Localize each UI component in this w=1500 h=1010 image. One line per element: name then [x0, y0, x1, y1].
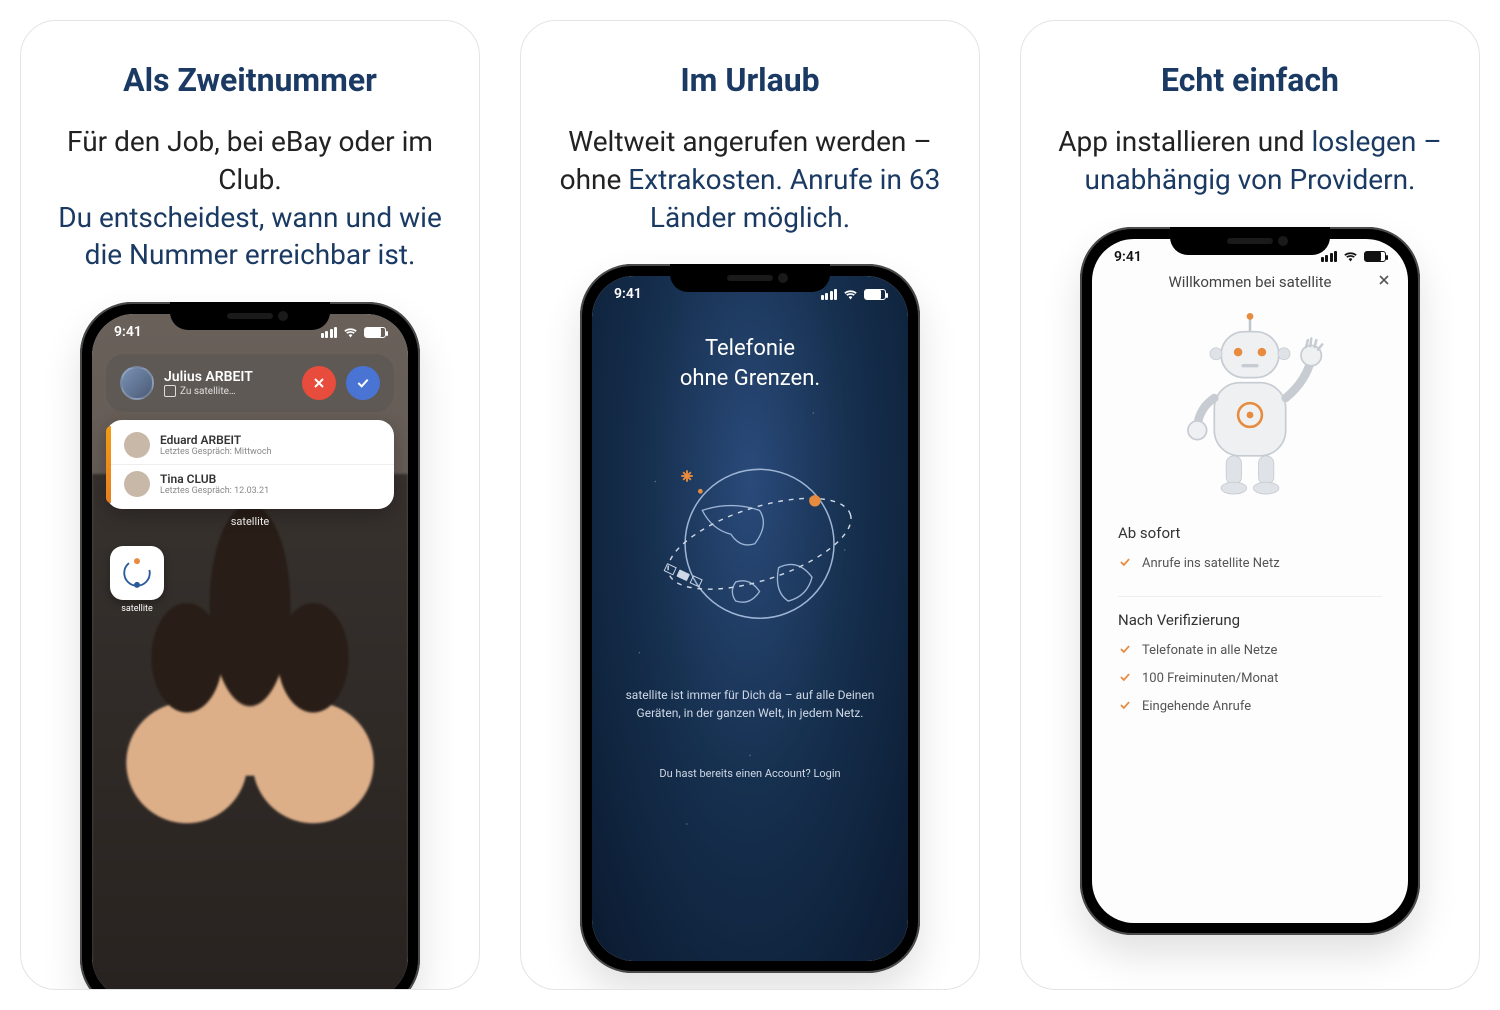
- card-description: App installieren und loslegen – unabhäng…: [1045, 123, 1455, 199]
- phone-mockup: 9:41 Willkommen bei satellite: [1080, 227, 1420, 935]
- feature-label: Eingehende Anrufe: [1142, 699, 1251, 714]
- feature-section-heading: Nach Verifizierung: [1118, 596, 1382, 629]
- card-title: Als Zweitnummer: [123, 61, 377, 99]
- satellite-logo-icon: [120, 556, 154, 590]
- phone-notch: [670, 264, 830, 292]
- caller-avatar: [120, 366, 154, 400]
- card-description: Für den Job, bei eBay oder im Club. Du e…: [45, 123, 455, 274]
- phone-notch: [170, 302, 330, 330]
- card-title: Echt einfach: [1161, 61, 1339, 99]
- wifi-icon: [1343, 251, 1358, 262]
- status-time: 9:41: [614, 286, 642, 302]
- card-title: Im Urlaub: [680, 61, 819, 99]
- contact-avatar: [124, 432, 150, 458]
- feature-label: 100 Freiminuten/Monat: [1142, 671, 1278, 686]
- feature-row: 100 Freiminuten/Monat: [1118, 665, 1382, 693]
- check-icon: [1118, 670, 1132, 688]
- contact-subtitle: Letztes Gespräch: 12.03.21: [160, 486, 269, 496]
- onboarding-title: Telefonie ohne Grenzen.: [592, 334, 908, 393]
- welcome-title: Willkommen bei satellite: [1169, 273, 1332, 291]
- status-icons: [321, 327, 387, 338]
- onboarding-description: satellite ist immer für Dich da – auf al…: [592, 686, 908, 723]
- caller-name: Julius ARBEIT: [164, 369, 292, 385]
- phone-notch: [1170, 227, 1330, 255]
- phone-mockup: 9:41 Julius ARBEIT Zu satellite…: [80, 302, 420, 990]
- contact-name: Eduard ARBEIT: [160, 433, 272, 447]
- feature-section-heading: Ab sofort: [1118, 524, 1382, 542]
- battery-icon: [364, 327, 386, 338]
- screenshot-card-3: Echt einfach App installieren und losleg…: [1020, 20, 1480, 990]
- desc-highlight: Du entscheidest, wann und wie die Nummer…: [58, 201, 442, 272]
- recent-call-row[interactable]: Tina CLUB Letztes Gespräch: 12.03.21: [106, 464, 394, 503]
- app-icon-label: satellite: [110, 604, 164, 614]
- recent-calls-widget[interactable]: Eduard ARBEIT Letztes Gespräch: Mittwoch…: [106, 420, 394, 509]
- feature-row: Telefonate in alle Netze: [1118, 637, 1382, 665]
- check-icon: [355, 375, 371, 391]
- status-icons: [1321, 251, 1387, 262]
- check-icon: [1118, 555, 1132, 573]
- phone-mockup: 9:41 Telefonie ohne Grenzen.: [580, 264, 920, 972]
- desc-plain: Für den Job, bei eBay oder im Club.: [67, 125, 433, 196]
- desc-highlight: Extrakosten. Anrufe in 63 Länder möglich…: [628, 163, 940, 234]
- signal-icon: [321, 327, 338, 338]
- login-link[interactable]: Du hast bereits einen Account? Login: [592, 767, 908, 780]
- check-icon: [1118, 698, 1132, 716]
- close-icon: [1376, 272, 1392, 288]
- feature-row: Anrufe ins satellite Netz: [1118, 550, 1382, 578]
- globe-illustration: [592, 434, 908, 644]
- widget-label: satellite: [92, 515, 408, 528]
- signal-icon: [1321, 251, 1338, 262]
- battery-icon: [1364, 251, 1386, 262]
- recent-call-row[interactable]: Eduard ARBEIT Letztes Gespräch: Mittwoch: [106, 426, 394, 464]
- incoming-call-banner[interactable]: Julius ARBEIT Zu satellite…: [106, 354, 394, 412]
- contact-subtitle: Letztes Gespräch: Mittwoch: [160, 447, 272, 457]
- feature-label: Telefonate in alle Netze: [1142, 643, 1277, 658]
- card-description: Weltweit angerufen werden – ohne Extrako…: [545, 123, 955, 236]
- battery-icon: [864, 289, 886, 300]
- close-button[interactable]: [1376, 272, 1392, 292]
- check-icon: [1118, 642, 1132, 660]
- decline-call-button[interactable]: [302, 366, 336, 400]
- wifi-icon: [843, 289, 858, 300]
- close-icon: [311, 375, 327, 391]
- feature-label: Anrufe ins satellite Netz: [1142, 556, 1280, 571]
- accept-call-button[interactable]: [346, 366, 380, 400]
- screenshot-gallery: Als Zweitnummer Für den Job, bei eBay od…: [0, 0, 1500, 1010]
- desc-plain: App installieren und: [1058, 125, 1304, 158]
- contact-name: Tina CLUB: [160, 472, 269, 486]
- screenshot-card-1: Als Zweitnummer Für den Job, bei eBay od…: [20, 20, 480, 990]
- feature-row: Eingehende Anrufe: [1118, 693, 1382, 721]
- contact-avatar: [124, 471, 150, 497]
- screenshot-card-2: Im Urlaub Weltweit angerufen werden – oh…: [520, 20, 980, 990]
- wifi-icon: [343, 327, 358, 338]
- status-icons: [821, 289, 887, 300]
- welcome-header: Willkommen bei satellite: [1092, 269, 1408, 301]
- status-time: 9:41: [114, 324, 142, 340]
- satellite-app-icon[interactable]: [110, 546, 164, 600]
- call-source: Zu satellite…: [164, 385, 292, 397]
- signal-icon: [821, 289, 838, 300]
- robot-illustration: [1092, 301, 1408, 506]
- status-time: 9:41: [1114, 249, 1142, 265]
